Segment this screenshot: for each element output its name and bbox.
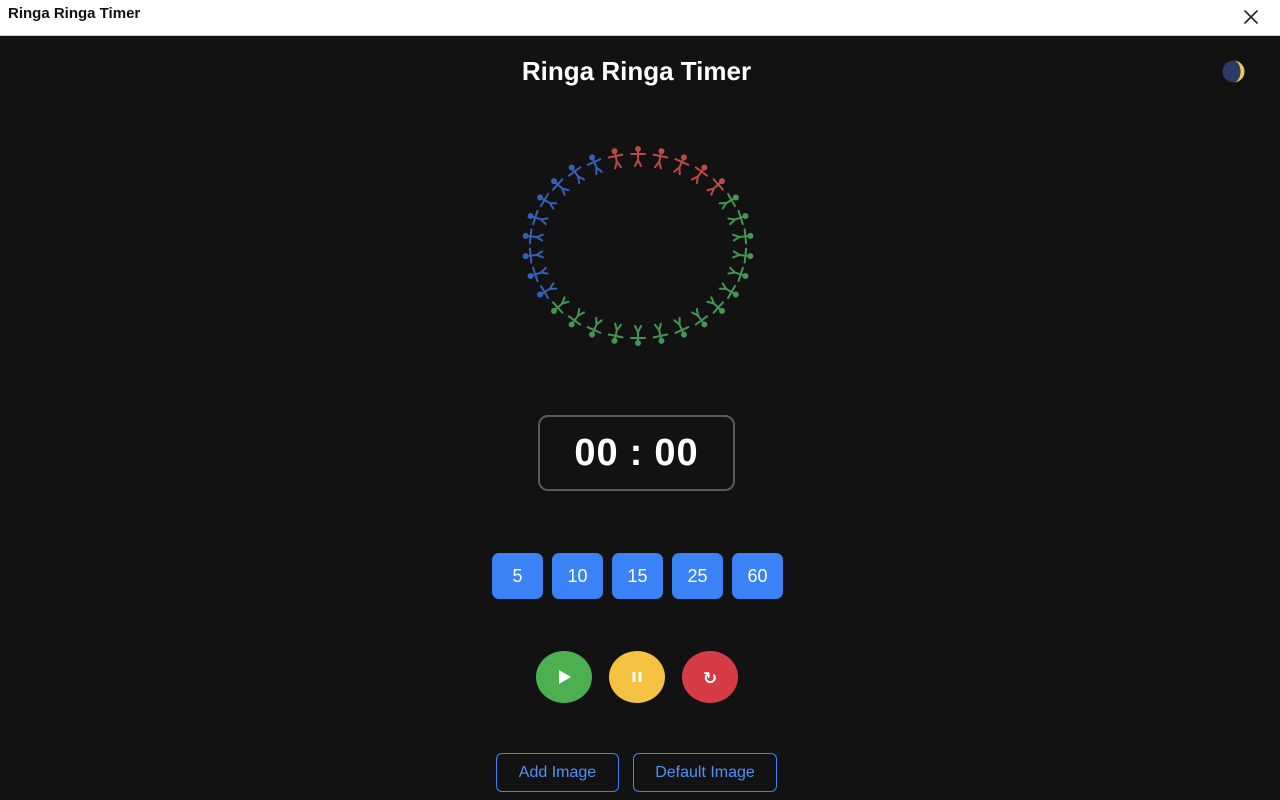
ring-figure — [537, 192, 558, 210]
ring-figure — [537, 282, 558, 300]
timer-minutes: 00 — [574, 431, 619, 474]
ring-figure — [718, 192, 739, 210]
ring-figure — [586, 316, 603, 338]
reset-icon: ↻ — [702, 668, 718, 689]
ring-figure — [567, 307, 586, 328]
pause-button[interactable] — [609, 651, 665, 703]
preset-25-button[interactable]: 25 — [672, 553, 723, 599]
ring-figure — [652, 148, 669, 170]
ring-figure — [727, 266, 749, 283]
window-title-bar: Ringa Ringa Timer — [0, 0, 1280, 36]
add-image-button[interactable]: Add Image — [496, 753, 619, 792]
ring-figure — [607, 148, 624, 170]
preset-60-button[interactable]: 60 — [732, 553, 783, 599]
ring-figure — [522, 247, 544, 264]
ring-figure — [586, 154, 603, 176]
ring-figure — [527, 209, 549, 226]
ring-figure — [527, 266, 549, 283]
ring-figure — [630, 325, 646, 346]
ring-figure — [550, 296, 570, 314]
play-icon — [559, 670, 571, 684]
theme-toggle-icon[interactable] — [1222, 60, 1245, 83]
timer-display: 00 : 00 — [538, 415, 735, 491]
window-title: Ringa Ringa Timer — [8, 5, 141, 22]
timer-seconds: 00 — [654, 431, 699, 474]
ring-figure — [732, 247, 754, 264]
ring-figure — [550, 178, 570, 196]
preset-10-button[interactable]: 10 — [552, 553, 603, 599]
ring-figure — [630, 146, 646, 167]
ring-figure — [673, 154, 690, 176]
ring-figure — [718, 282, 739, 300]
ring-figure — [690, 164, 709, 185]
ring-figure — [607, 322, 624, 344]
play-button[interactable] — [536, 651, 592, 703]
reset-button[interactable]: ↻ — [682, 651, 738, 703]
timer-separator: : — [629, 431, 644, 474]
preset-buttons: 5 10 15 25 60 — [492, 553, 783, 599]
app-main: Ringa Ringa Timer 00 : 00 5 10 15 25 60 … — [0, 37, 1280, 800]
close-icon[interactable] — [1240, 6, 1262, 28]
pause-icon — [632, 672, 642, 682]
ring-figure — [706, 296, 726, 314]
ring-of-people-icon — [522, 146, 754, 346]
ring-figure — [732, 228, 754, 245]
preset-5-button[interactable]: 5 — [492, 553, 543, 599]
ring-figure — [673, 316, 690, 338]
ring-figure — [727, 209, 749, 226]
ring-figure — [652, 322, 669, 344]
preset-15-button[interactable]: 15 — [612, 553, 663, 599]
ring-figure — [706, 178, 726, 196]
ring-figure — [567, 164, 586, 185]
ring-figure — [522, 228, 544, 245]
page-title: Ringa Ringa Timer — [521, 56, 752, 86]
ring-figure — [690, 307, 709, 328]
default-image-button[interactable]: Default Image — [633, 753, 777, 792]
